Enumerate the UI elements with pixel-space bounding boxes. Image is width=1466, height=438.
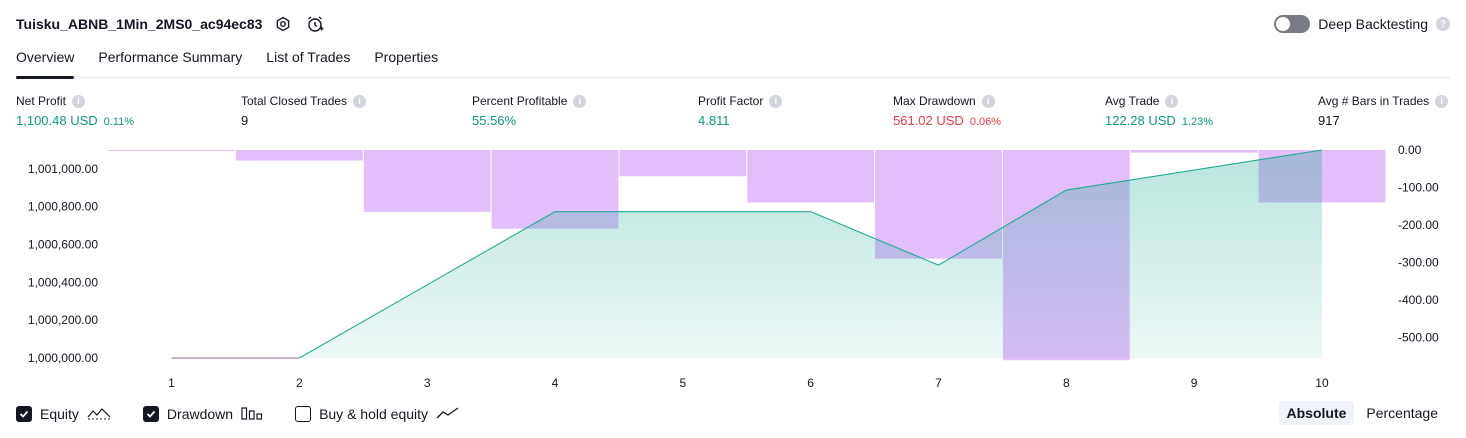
legend-buy-hold-equity[interactable]: Buy & hold equity [295,406,460,423]
right-axis-tick-label: -200.00 [1398,218,1439,232]
right-axis-tick-label: -100.00 [1398,180,1439,194]
metric-percent: 0.06% [969,116,1002,128]
info-icon[interactable]: i [1165,94,1179,108]
alert-clock-icon[interactable] [304,13,326,35]
metric-profit-factor: Profit Factor i 4.811 [698,93,783,128]
drawdown-bar [619,150,747,177]
metric-value: 1,100.48 USD [16,113,98,128]
metric-label: Net Profit [16,94,67,108]
buy-hold-line-icon [436,406,460,423]
metric-label: Profit Factor [698,94,764,108]
left-axis-tick-label: 1,000,600.00 [28,238,98,252]
legend-equity[interactable]: Equity [16,406,111,423]
drawdown-bar [363,150,491,212]
info-icon[interactable]: i [981,94,995,108]
buy-hold-checkbox[interactable] [295,406,312,422]
equity-line-icon [87,406,111,423]
x-axis-tick-label: 5 [679,376,686,390]
equity-drawdown-chart: 1,001,000.00 1,000,800.00 1,000,600.00 1,00… [28,143,1439,390]
deep-backtesting-label: Deep Backtesting [1318,16,1428,32]
legend-label: Equity [40,406,79,422]
metric-value: 55.56% [472,113,517,128]
x-axis-tick-label: 3 [424,376,431,390]
tab-performance-summary[interactable]: Performance Summary [98,46,242,76]
metric-max-drawdown: Max Drawdown i 561.02 USD 0.06% [893,93,1001,128]
tab-overview[interactable]: Overview [16,46,75,79]
left-axis-tick-label: 1,000,000.00 [28,351,98,365]
metric-avg-bars: Avg # Bars in Trades i 917 [1318,93,1449,128]
x-axis-tick-label: 10 [1315,376,1329,390]
metric-percent: 1.23% [1181,116,1214,128]
metric-value: 9 [241,113,249,128]
left-axis-tick-label: 1,000,800.00 [28,200,98,214]
x-axis-tick-label: 4 [552,376,559,390]
x-axis-tick-label: 2 [296,376,303,390]
x-axis-tick-label: 1 [168,376,175,390]
metric-label: Avg # Bars in Trades [1318,94,1430,108]
percentage-button[interactable]: Percentage [1358,401,1446,425]
drawdown-bar [1130,150,1258,153]
right-axis-tick-label: 0.00 [1398,143,1422,157]
right-axis-tick-label: -300.00 [1398,255,1439,269]
right-axis-tick-label: -400.00 [1398,293,1439,307]
info-icon[interactable]: i [353,94,367,108]
deep-backtesting: Deep Backtesting ? [1274,12,1450,36]
legend-label: Buy & hold equity [319,406,429,422]
help-icon[interactable]: ? [1436,17,1450,31]
value-mode-switch: Absolute Percentage [1278,401,1447,425]
drawdown-bar [747,150,875,203]
legend-label: Drawdown [166,406,234,422]
metric-total-closed-trades: Total Closed Trades i 9 [241,93,367,128]
strategy-header: Tuisku_ABNB_1Min_2MS0_ac94ec83 [16,12,326,36]
metric-value: 4.811 [698,113,730,128]
info-icon[interactable]: i [573,94,587,108]
metric-value: 122.28 USD [1105,113,1176,128]
absolute-button[interactable]: Absolute [1278,401,1355,425]
x-axis-tick-label: 9 [1191,376,1198,390]
info-icon[interactable]: i [72,94,86,108]
x-axis-tick-label: 7 [935,376,942,390]
tab-properties[interactable]: Properties [374,46,438,76]
metric-label: Max Drawdown [893,94,976,108]
metric-net-profit: Net Profit i 1,100.48 USD 0.11% [16,93,134,128]
metric-value: 917 [1318,113,1340,128]
strategy-name: Tuisku_ABNB_1Min_2MS0_ac94ec83 [16,16,263,32]
left-axis-tick-label: 1,001,000.00 [28,162,98,176]
metric-percent: 0.11% [103,116,135,128]
drawdown-bars-icon [241,405,263,424]
settings-icon[interactable] [272,13,294,35]
left-axis-tick-label: 1,000,400.00 [28,275,98,289]
x-axis-tick-label: 6 [807,376,814,390]
metric-value: 561.02 USD [893,113,964,128]
metric-label: Percent Profitable [472,94,568,108]
drawdown-bar [235,150,363,161]
legend-drawdown[interactable]: Drawdown [142,405,263,424]
left-axis-tick-label: 1,000,200.00 [28,313,98,327]
metric-label: Total Closed Trades [241,94,348,108]
chart-legend: Equity Drawdown Buy & hold equity [16,404,460,424]
metric-label: Avg Trade [1105,94,1160,108]
equity-checkbox[interactable] [16,406,32,422]
tab-bar: Overview Performance Summary List of Tra… [16,46,1450,79]
info-icon[interactable]: i [1435,94,1449,108]
right-axis-tick-label: -500.00 [1398,330,1439,344]
deep-backtesting-toggle[interactable] [1274,15,1311,33]
drawdown-checkbox[interactable] [142,406,159,422]
info-icon[interactable]: i [769,94,783,108]
metric-avg-trade: Avg Trade i 122.28 USD 1.23% [1105,93,1213,128]
x-axis-tick-label: 8 [1063,376,1070,390]
tab-list-of-trades[interactable]: List of Trades [266,46,350,76]
drawdown-bar [108,150,235,151]
metric-percent-profitable: Percent Profitable i 55.56% [472,93,587,128]
